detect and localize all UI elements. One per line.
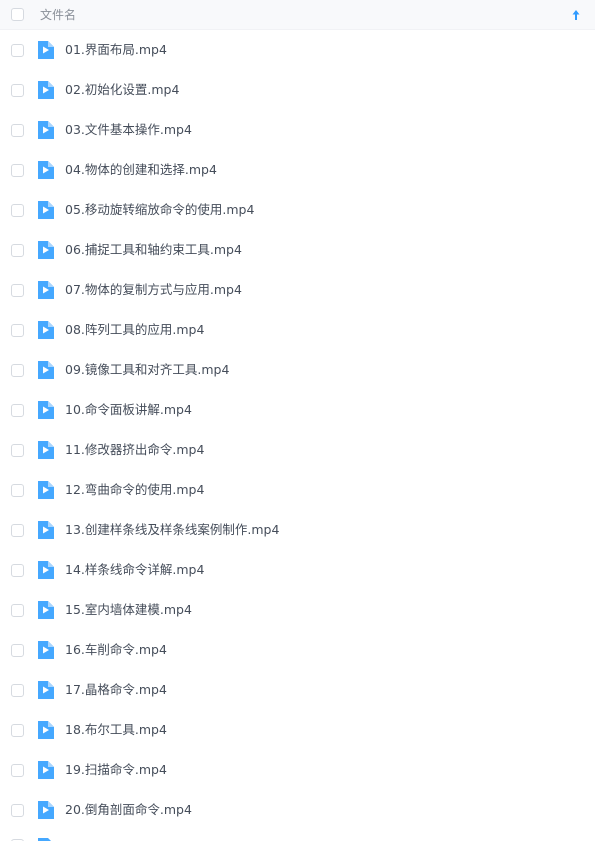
filename-column-header[interactable]: 文件名 (40, 7, 76, 23)
video-file-icon (38, 561, 54, 579)
file-row[interactable]: 03.文件基本操作.mp4 (0, 110, 595, 150)
row-checkbox[interactable] (11, 524, 24, 537)
video-file-icon (38, 441, 54, 459)
file-row[interactable]: 14.样条线命令详解.mp4 (0, 550, 595, 590)
row-checkbox[interactable] (11, 84, 24, 97)
video-file-icon (38, 801, 54, 819)
file-row[interactable]: 12.弯曲命令的使用.mp4 (0, 470, 595, 510)
row-checkbox[interactable] (11, 364, 24, 377)
file-name-link[interactable]: 15.室内墙体建模.mp4 (65, 602, 192, 618)
file-name-link[interactable]: 02.初始化设置.mp4 (65, 82, 179, 98)
list-item-partial[interactable] (0, 833, 595, 841)
video-file-icon (38, 641, 54, 659)
file-row[interactable]: 01.界面布局.mp4 (0, 30, 595, 70)
video-file-icon (38, 361, 54, 379)
file-row[interactable]: 05.移动旋转缩放命令的使用.mp4 (0, 190, 595, 230)
row-checkbox[interactable] (11, 284, 24, 297)
file-row[interactable]: 07.物体的复制方式与应用.mp4 (0, 270, 595, 310)
select-all-checkbox[interactable] (11, 8, 24, 21)
video-file-icon (38, 321, 54, 339)
file-row[interactable]: 13.创建样条线及样条线案例制作.mp4 (0, 510, 595, 550)
file-name-link[interactable]: 07.物体的复制方式与应用.mp4 (65, 282, 242, 298)
row-checkbox[interactable] (11, 484, 24, 497)
file-list-header: 文件名 (0, 0, 595, 30)
file-row[interactable]: 19.扫描命令.mp4 (0, 750, 595, 790)
file-list: 文件名 01.界面布局.mp4 02.初始化设置.mp4 03.文件基本操作.mp4… (0, 0, 595, 841)
file-name-link[interactable]: 08.阵列工具的应用.mp4 (65, 322, 204, 338)
file-name-link[interactable]: 19.扫描命令.mp4 (65, 762, 167, 778)
file-name-link[interactable]: 04.物体的创建和选择.mp4 (65, 162, 217, 178)
file-name-link[interactable]: 05.移动旋转缩放命令的使用.mp4 (65, 202, 254, 218)
file-row[interactable]: 09.镜像工具和对齐工具.mp4 (0, 350, 595, 390)
video-file-icon (38, 481, 54, 499)
file-row[interactable]: 15.室内墙体建模.mp4 (0, 590, 595, 630)
row-checkbox[interactable] (11, 764, 24, 777)
file-row[interactable]: 06.捕捉工具和轴约束工具.mp4 (0, 230, 595, 270)
row-checkbox[interactable] (11, 564, 24, 577)
row-checkbox[interactable] (11, 604, 24, 617)
file-name-link[interactable]: 10.命令面板讲解.mp4 (65, 402, 192, 418)
row-checkbox[interactable] (11, 244, 24, 257)
file-name-link[interactable]: 17.晶格命令.mp4 (65, 682, 167, 698)
file-rows: 01.界面布局.mp4 02.初始化设置.mp4 03.文件基本操作.mp4 04.物… (0, 30, 595, 830)
file-name-link[interactable]: 14.样条线命令详解.mp4 (65, 562, 204, 578)
video-file-icon (38, 721, 54, 739)
file-row[interactable]: 16.车削命令.mp4 (0, 630, 595, 670)
file-name-link[interactable]: 16.车削命令.mp4 (65, 642, 167, 658)
row-checkbox[interactable] (11, 804, 24, 817)
video-file-icon (38, 601, 54, 619)
row-checkbox[interactable] (11, 164, 24, 177)
file-name-link[interactable]: 12.弯曲命令的使用.mp4 (65, 482, 204, 498)
row-checkbox[interactable] (11, 44, 24, 57)
file-row[interactable]: 04.物体的创建和选择.mp4 (0, 150, 595, 190)
file-name-link[interactable]: 01.界面布局.mp4 (65, 42, 167, 58)
file-name-link[interactable]: 06.捕捉工具和轴约束工具.mp4 (65, 242, 242, 258)
file-name-link[interactable]: 11.修改器挤出命令.mp4 (65, 442, 204, 458)
file-name-link[interactable]: 09.镜像工具和对齐工具.mp4 (65, 362, 229, 378)
file-row[interactable]: 18.布尔工具.mp4 (0, 710, 595, 750)
row-checkbox[interactable] (11, 724, 24, 737)
file-name-link[interactable]: 20.倒角剖面命令.mp4 (65, 802, 192, 818)
video-file-icon (38, 401, 54, 419)
row-checkbox[interactable] (11, 324, 24, 337)
row-checkbox[interactable] (11, 124, 24, 137)
file-row[interactable]: 11.修改器挤出命令.mp4 (0, 430, 595, 470)
video-file-icon (38, 121, 54, 139)
row-checkbox[interactable] (11, 684, 24, 697)
file-row[interactable]: 10.命令面板讲解.mp4 (0, 390, 595, 430)
file-row[interactable]: 02.初始化设置.mp4 (0, 70, 595, 110)
file-name-link[interactable]: 18.布尔工具.mp4 (65, 722, 167, 738)
file-row[interactable]: 08.阵列工具的应用.mp4 (0, 310, 595, 350)
video-file-icon (38, 521, 54, 539)
video-file-icon (38, 161, 54, 179)
row-checkbox[interactable] (11, 644, 24, 657)
video-file-icon (38, 81, 54, 99)
video-file-icon (38, 41, 54, 59)
video-file-icon (38, 281, 54, 299)
video-file-icon (38, 761, 54, 779)
row-checkbox[interactable] (11, 204, 24, 217)
file-name-link[interactable]: 03.文件基本操作.mp4 (65, 122, 192, 138)
file-row[interactable]: 20.倒角剖面命令.mp4 (0, 790, 595, 830)
file-name-link[interactable]: 13.创建样条线及样条线案例制作.mp4 (65, 522, 279, 538)
arrow-up-icon[interactable] (571, 8, 581, 22)
video-file-icon (38, 201, 54, 219)
video-file-icon (38, 681, 54, 699)
video-file-icon (38, 241, 54, 259)
row-checkbox[interactable] (11, 444, 24, 457)
file-row[interactable]: 17.晶格命令.mp4 (0, 670, 595, 710)
row-checkbox[interactable] (11, 404, 24, 417)
